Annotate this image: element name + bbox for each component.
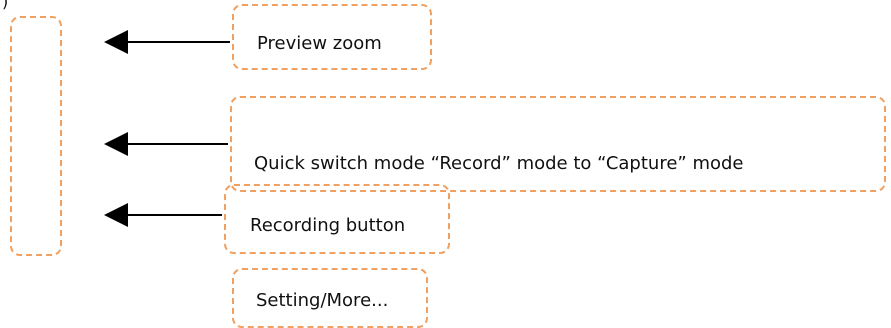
settings-label: Setting/More... [256,290,389,311]
preview-zoom-label: Preview zoom [257,33,382,54]
recording-button-label: Recording button [250,215,406,236]
quick-switch-label: Quick switch mode “Record” mode to “Capt… [254,153,744,174]
arrow-layer [104,30,230,227]
